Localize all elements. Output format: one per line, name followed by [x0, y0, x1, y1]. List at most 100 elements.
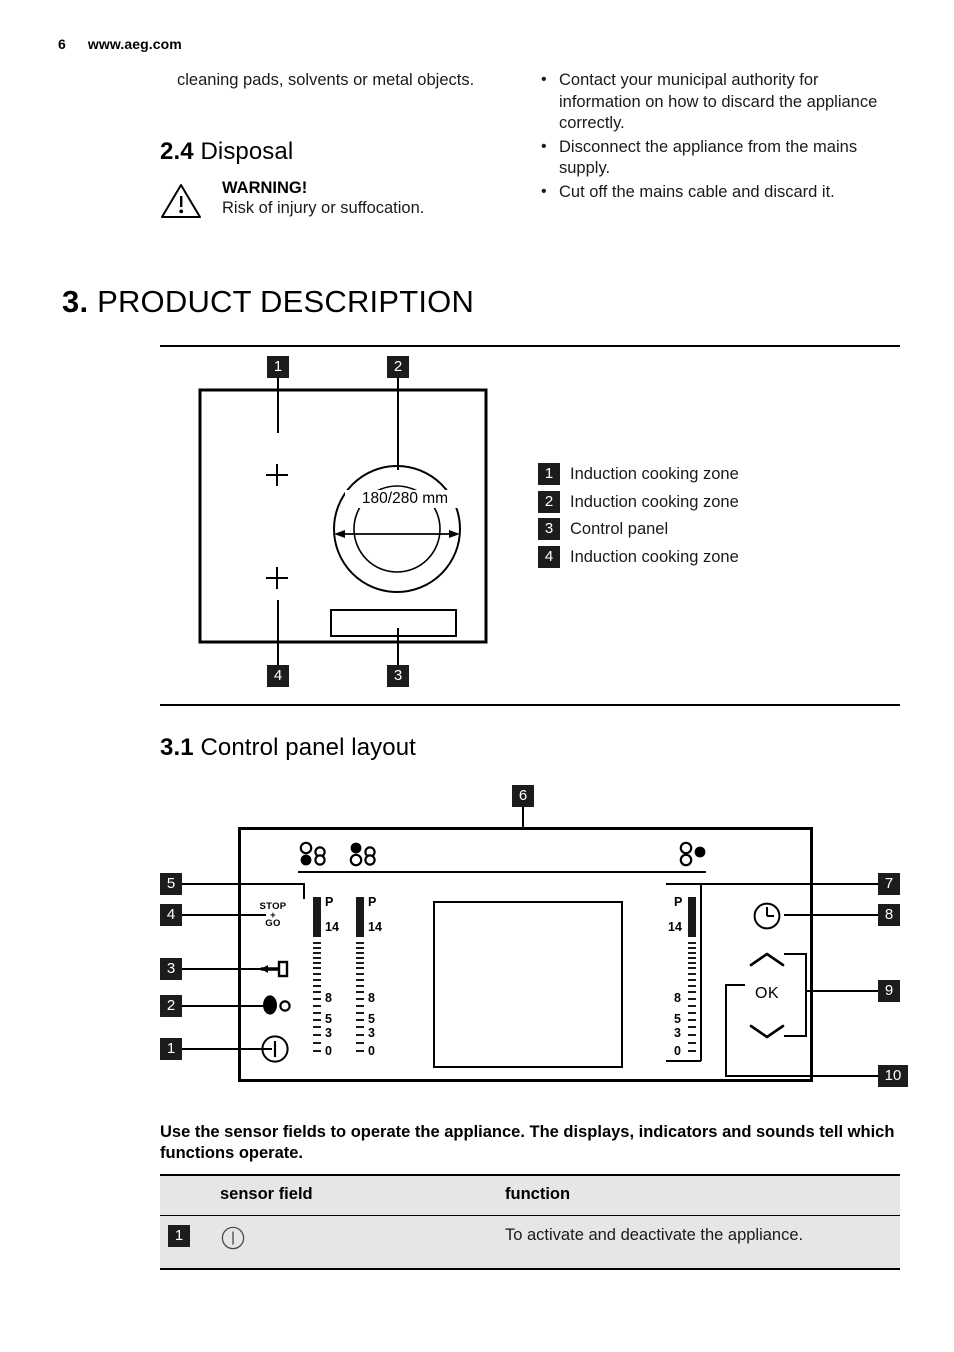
section-number: 2.4 [160, 138, 194, 165]
slider-label-P: P [325, 895, 334, 909]
slider-label-5: 5 [674, 1012, 681, 1026]
slider-label-3: 3 [325, 1026, 332, 1040]
intro-left-column: cleaning pads, solvents or metal objects… [177, 70, 497, 92]
cp-callout-6: 6 [512, 785, 534, 807]
stop-go-line2: GO [265, 918, 281, 929]
bracket-10-top [725, 984, 745, 986]
leader-line-1 [182, 1048, 272, 1050]
slider-label-P: P [368, 895, 377, 909]
leader-line-7 [700, 883, 878, 885]
leader-line-2 [182, 1005, 272, 1007]
bracket-9-bottom [784, 1035, 805, 1037]
intro-right-column: Contact your municipal authority for inf… [537, 69, 897, 205]
cp-callout-1: 1 [160, 1038, 182, 1060]
website-url: www.aeg.com [87, 36, 182, 52]
leader-line-10 [725, 1075, 878, 1077]
legend-label-3: Control panel [570, 520, 669, 538]
slider-label-8: 8 [325, 991, 332, 1005]
leader-line-5b [303, 883, 305, 899]
section-title: Control panel layout [200, 734, 416, 761]
slider-bar-fill [356, 897, 364, 937]
sensor-field-table: sensor field function 1 To activate and … [160, 1174, 900, 1270]
slider-label-3: 3 [674, 1026, 681, 1040]
slider-label-0: 0 [325, 1044, 332, 1058]
sensor-field-section: Use the sensor fields to operate the app… [160, 1122, 900, 1270]
page-number: 6 [58, 36, 66, 52]
sensor-table-intro: Use the sensor fields to operate the app… [160, 1123, 895, 1162]
chapter-number: 3. [62, 284, 89, 319]
legend-label-2: Induction cooking zone [570, 492, 739, 511]
legend-badge-3: 3 [538, 518, 560, 540]
slider-bracket-top [666, 883, 701, 885]
cp-callout-9: 9 [878, 980, 900, 1002]
warning-text: Risk of injury or suffocation. [222, 199, 425, 217]
hob-diagram: 1 2 4 3 180/280 mm 1 Induction cooking z… [160, 350, 900, 695]
power-slider-zone-1[interactable]: P 14 8 5 3 0 [313, 895, 347, 1058]
table-header: sensor field function [160, 1175, 900, 1216]
legend-label-1: Induction cooking zone [570, 465, 739, 483]
leader-line-8 [784, 914, 878, 916]
legend-badge-4: 4 [538, 545, 560, 568]
leader-line-5 [182, 883, 303, 885]
legend-label-4: Induction cooking zone [570, 547, 739, 566]
running-head: 6 www.aeg.com [58, 36, 182, 52]
hob-callout-2: 2 [387, 356, 409, 378]
slider-bracket-v [700, 883, 702, 1061]
table-body: 1 To activate and deactivate the applian… [160, 1216, 900, 1270]
hob-dimension-label: 180/280 mm [345, 490, 465, 508]
slider-label-5: 5 [325, 1012, 332, 1026]
row-sensor-icon-cell [212, 1216, 497, 1270]
power-slider-zone-4[interactable]: P 14 8 5 3 0 [666, 895, 700, 1058]
hob-legend: 1 Induction cooking zone 2 Induction coo… [538, 463, 739, 573]
section-title: Disposal [200, 138, 294, 165]
power-slider-zone-2[interactable]: P 14 8 5 3 0 [356, 895, 390, 1057]
cp-callout-7: 7 [878, 873, 900, 895]
divider-top [160, 345, 900, 347]
zone-indicator-dots-right-icon [679, 841, 706, 867]
section-heading-control-panel: 3.1 Control panel layout [160, 734, 416, 762]
chevron-up-icon[interactable] [746, 951, 788, 969]
row-function-cell: To activate and deactivate the appliance… [505, 1226, 804, 1244]
list-item: Cut off the mains cable and discard it. [537, 181, 897, 204]
cp-callout-4: 4 [160, 904, 182, 926]
section-number: 3.1 [160, 734, 194, 761]
slider-label-14: 14 [668, 920, 682, 934]
chapter-title: PRODUCT DESCRIPTION [97, 284, 475, 319]
timer-clock-icon [753, 902, 781, 930]
list-item: Disconnect the appliance from the mains … [537, 136, 897, 180]
bracket-9-top [784, 953, 805, 955]
list-item: 3 Control panel [538, 518, 739, 540]
slider-label-14: 14 [368, 920, 382, 934]
slider-label-P: P [674, 895, 683, 909]
power-on-off-icon [261, 1035, 289, 1063]
legend-badge-2: 2 [538, 490, 560, 513]
chevron-down-icon[interactable] [746, 1022, 788, 1040]
cp-callout-3: 3 [160, 958, 182, 980]
warning-block: WARNING! Risk of injury or suffocation. [160, 178, 490, 219]
hob-outline-svg [198, 388, 488, 644]
hob-callout-4: 4 [267, 665, 289, 687]
slider-label-8: 8 [674, 991, 681, 1005]
page-title: 3. PRODUCT DESCRIPTION [62, 284, 474, 320]
slider-label-14: 14 [325, 920, 339, 934]
cp-callout-8: 8 [878, 904, 900, 926]
list-item: 2 Induction cooking zone [538, 490, 739, 513]
divider-bottom [160, 704, 900, 706]
key-lock-icon [260, 960, 289, 978]
table-header-row: sensor field function [160, 1175, 900, 1216]
warning-triangle-icon [161, 184, 201, 218]
bridge-zone-icon [263, 995, 291, 1015]
slider-label-3: 3 [368, 1026, 375, 1040]
control-panel-display [433, 901, 623, 1068]
slider-label-5: 5 [368, 1012, 375, 1026]
section-heading-disposal: 2.4 Disposal [160, 138, 293, 166]
list-item: 4 Induction cooking zone [538, 545, 739, 568]
leader-line-3 [182, 968, 268, 970]
slider-label-0: 0 [674, 1044, 681, 1058]
hob-callout-1: 1 [267, 356, 289, 378]
list-item: 1 Induction cooking zone [538, 463, 739, 485]
ok-button[interactable]: OK [746, 985, 788, 1003]
cp-callout-2: 2 [160, 995, 182, 1017]
power-icon [221, 1226, 245, 1250]
hob-callout-3: 3 [387, 665, 409, 687]
